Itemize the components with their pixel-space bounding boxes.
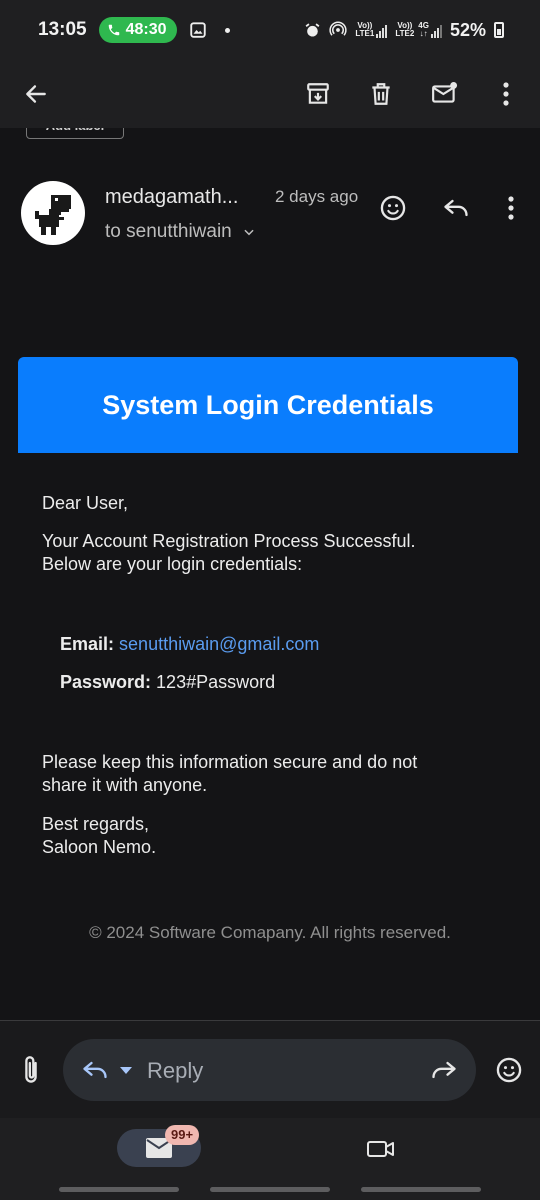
signoff: Best regards, <box>42 814 150 834</box>
attach-button[interactable] <box>16 1054 46 1086</box>
email-label: Email: <box>60 634 115 654</box>
message-more-button[interactable] <box>500 192 522 224</box>
notification-dot <box>224 27 230 33</box>
sim1-signal-icon <box>376 24 388 38</box>
warning-paragraph: Please keep this information secure and … <box>42 751 502 797</box>
gesture-bar-left <box>59 1187 179 1192</box>
email-link[interactable]: senutthiwain@gmail.com <box>119 634 319 654</box>
password-value: 123#Password <box>156 672 276 692</box>
more-vert-icon <box>503 82 509 106</box>
forward-icon[interactable] <box>430 1056 458 1084</box>
reply-input[interactable]: Reply <box>63 1039 476 1101</box>
phone-icon <box>108 24 119 36</box>
gallery-icon <box>189 22 206 38</box>
unread-badge: 99+ <box>165 1125 200 1145</box>
reply-placeholder: Reply <box>147 1058 204 1083</box>
back-button[interactable] <box>14 72 58 116</box>
intro-line-1: Your Account Registration Process Succes… <box>42 531 416 551</box>
more-options-button[interactable] <box>484 72 528 116</box>
alarm-icon <box>305 22 320 37</box>
intro-paragraph: Your Account Registration Process Succes… <box>42 530 502 576</box>
email-toolbar-top <box>0 60 540 128</box>
ongoing-call-pill[interactable]: 48:30 <box>98 17 177 43</box>
greeting: Dear User, <box>42 493 129 513</box>
add-reaction-button[interactable] <box>377 192 409 224</box>
chevron-down-icon[interactable] <box>119 1066 133 1076</box>
reply-icon <box>83 1061 107 1079</box>
hotspot-icon <box>329 21 347 36</box>
dinosaur-avatar-icon <box>35 195 71 235</box>
gesture-bar-center <box>210 1187 330 1192</box>
warning-line-1: Please keep this information secure and … <box>42 752 418 772</box>
status-bar: 13:05 48:30 Vo)) LTE1 Vo)) LTE2 4G ↓↑ 52% <box>0 0 540 60</box>
banner-title: System Login Credentials <box>102 389 434 420</box>
sim2-indicator: Vo)) LTE2 4G ↓↑ <box>395 22 442 38</box>
mark-unread-button[interactable] <box>423 72 467 116</box>
copyright-footer: © 2024 Software Comapany. All rights res… <box>89 923 451 942</box>
recipient-line[interactable]: to senutthiwain <box>105 221 256 243</box>
sender-avatar[interactable] <box>21 181 85 245</box>
sent-time: 2 days ago <box>275 187 359 206</box>
video-camera-icon <box>367 1141 394 1157</box>
signature: Saloon Nemo. <box>42 837 157 857</box>
sender-row: medagamath... 2 days ago to senutthiwain <box>0 170 540 260</box>
email-banner: System Login Credentials <box>18 357 518 453</box>
archive-button[interactable] <box>296 72 340 116</box>
mark-unread-icon <box>432 81 458 103</box>
back-arrow-icon <box>26 85 46 103</box>
reply-button[interactable] <box>440 192 472 224</box>
battery-icon <box>494 22 504 38</box>
signoff-block: Best regards, Saloon Nemo. <box>42 813 502 859</box>
more-vert-icon <box>508 196 514 220</box>
status-time: 13:05 <box>38 19 87 40</box>
password-credential: Password: 123#Password <box>60 672 275 693</box>
sim2-signal-icon <box>430 24 442 38</box>
delete-icon <box>372 83 390 105</box>
emoji-button[interactable] <box>493 1054 525 1086</box>
gesture-bar-right <box>361 1187 481 1192</box>
intro-line-2: Below are your login credentials: <box>42 554 303 574</box>
sim1-indicator: Vo)) LTE1 <box>355 22 388 38</box>
email-credential: Email: senutthiwain@gmail.com <box>60 634 319 655</box>
emoji-icon <box>380 195 406 221</box>
delete-button[interactable] <box>359 72 403 116</box>
reply-area: Reply <box>0 1021 540 1118</box>
reply-icon <box>444 199 468 217</box>
archive-icon <box>307 83 329 104</box>
nav-meet-tab[interactable] <box>365 1134 397 1164</box>
warning-line-2: share it with anyone. <box>42 775 208 795</box>
emoji-icon <box>496 1057 522 1083</box>
sender-name[interactable]: medagamath... <box>105 186 238 209</box>
battery-percent: 52% <box>449 19 486 40</box>
password-label: Password: <box>60 672 152 692</box>
recipient-text: to senutthiwain <box>105 221 232 242</box>
call-duration: 48:30 <box>125 21 167 38</box>
chevron-down-icon <box>244 229 254 236</box>
attachment-icon <box>25 1056 37 1083</box>
